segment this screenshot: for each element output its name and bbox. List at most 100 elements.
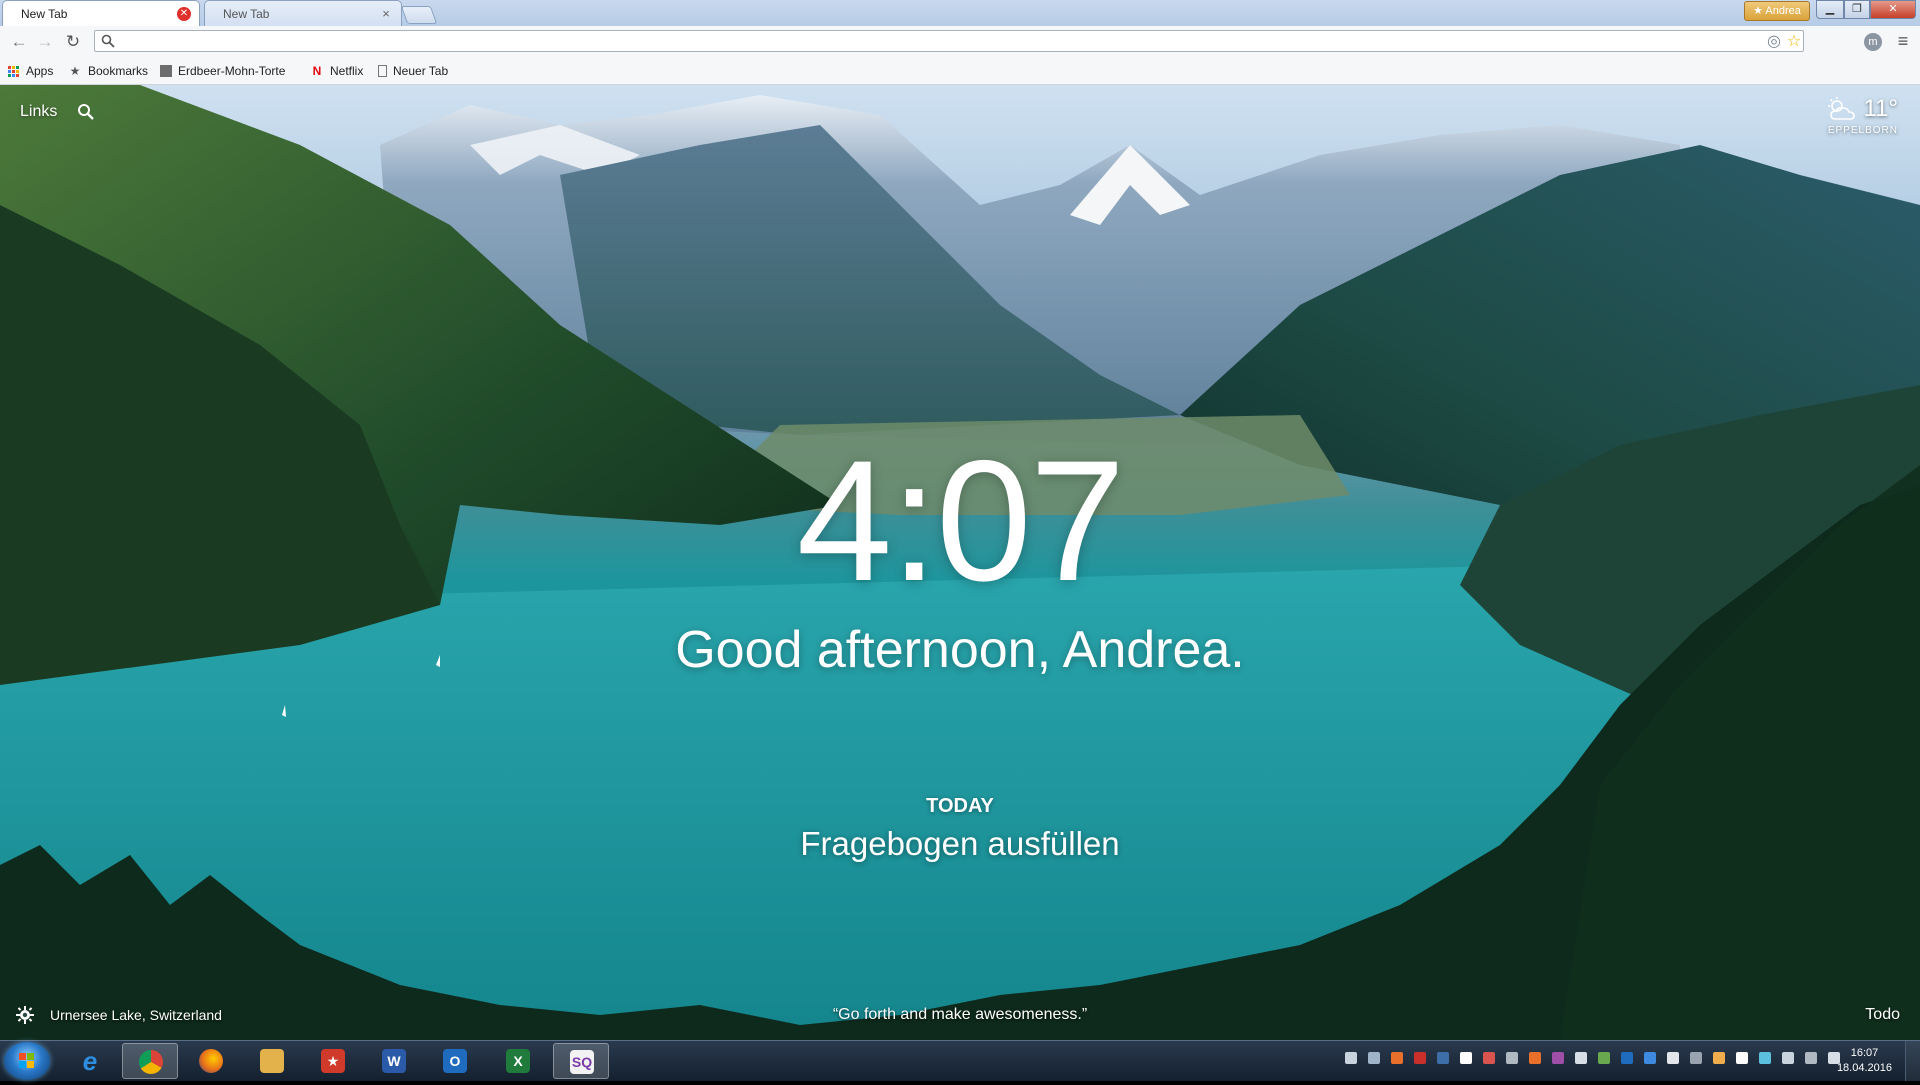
system-time: 16:07 [1850,1047,1879,1059]
windows-taskbar: e ★ W O X SQ 16:07 18.04.2016 [0,1040,1920,1081]
system-clock[interactable]: 16:07 18.04.2016 [1837,1046,1892,1076]
close-tab-icon[interactable]: × [379,7,393,21]
forward-button[interactable]: → [34,32,56,52]
tray-icon[interactable] [1414,1052,1426,1064]
new-tab-button[interactable] [400,6,438,24]
close-window-button[interactable]: ✕ [1870,0,1916,19]
focus-label: TODAY [926,795,994,817]
star-icon: ★ [69,64,81,78]
back-button[interactable]: ← [8,32,30,52]
system-date: 18.04.2016 [1836,1062,1892,1074]
browser-titlebar: New Tab ✕ New Tab × ★ Andrea ▁ ❐ ✕ [0,0,1920,26]
chrome-icon [139,1050,163,1074]
network-icon[interactable] [1805,1052,1817,1064]
start-button[interactable] [4,1042,50,1080]
bookmark-label: Erdbeer-Mohn-Torte [178,64,286,78]
star-icon: ★ [1753,5,1763,17]
outlook-icon: O [443,1049,467,1073]
tab-new-tab-active[interactable]: New Tab ✕ [2,0,200,26]
apps-grid-icon [8,65,19,77]
tab-title: New Tab [21,7,68,21]
bookmark-star-icon[interactable]: ☆ [1785,33,1803,51]
bookmark-label: Apps [26,64,54,78]
windows-logo-icon [19,1053,34,1068]
tray-icon[interactable] [1529,1052,1541,1064]
location-target-icon[interactable]: ◎ [1765,33,1783,51]
taskbar-outlook-button[interactable]: O [427,1043,483,1079]
taskbar-file-explorer-button[interactable] [244,1043,300,1079]
taskbar-chrome-button[interactable] [122,1043,178,1079]
folder-icon [260,1049,284,1073]
weather-widget[interactable]: 11° EPPELBORN [1827,95,1898,136]
top-left-widgets: Links [20,103,95,121]
sq-icon: SQ [570,1050,594,1074]
quote: “Go forth and make awesomeness.” [832,1006,1088,1023]
page-icon [160,65,172,77]
links-button[interactable]: Links [20,103,57,121]
tray-icon[interactable] [1644,1052,1656,1064]
tray-icon[interactable] [1460,1052,1472,1064]
address-input[interactable] [121,32,1725,52]
show-desktop-button[interactable] [1905,1041,1920,1081]
profile-button[interactable]: ★ Andrea [1744,1,1810,21]
tray-icon[interactable] [1690,1052,1702,1064]
profile-name: Andrea [1765,5,1801,17]
excel-icon: X [506,1049,530,1073]
tray-icon[interactable] [1621,1052,1633,1064]
tray-icon[interactable] [1759,1052,1771,1064]
tray-icon[interactable] [1391,1052,1403,1064]
tray-icon[interactable] [1345,1052,1357,1064]
omnibox[interactable]: ◎ ☆ [94,30,1804,52]
taskbar-sq-app-button[interactable]: SQ [553,1043,609,1079]
system-tray [1334,1052,1840,1064]
firefox-icon [199,1049,223,1073]
bookmark-bookmarks[interactable]: ★ Bookmarks [68,62,148,80]
document-icon [378,65,387,77]
bookmark-label: Bookmarks [88,64,149,78]
todo-button[interactable]: Todo [1865,1006,1900,1024]
taskbar-wunderlist-button[interactable]: ★ [305,1043,361,1079]
tray-icon[interactable] [1368,1052,1380,1064]
clock: 4:07 [796,425,1126,617]
tab-title: New Tab [223,7,270,21]
wunderlist-icon: ★ [321,1049,345,1073]
netflix-icon: N [312,64,322,78]
restore-button[interactable]: ❐ [1844,0,1870,19]
bookmarks-bar: Apps ★ Bookmarks Erdbeer-Mohn-Torte N Ne… [0,58,1920,85]
search-icon[interactable] [77,103,95,121]
search-icon [101,34,115,48]
taskbar-excel-button[interactable]: X [490,1043,546,1079]
browser-toolbar: ← → ↻ ◎ ☆ m ≡ [0,26,1920,59]
bookmark-label: Netflix [330,64,364,78]
weather-location: EPPELBORN [1827,125,1898,136]
focus-text[interactable]: Fragebogen ausfüllen [0,825,1920,863]
weather-temperature: 11° [1863,95,1898,122]
minimize-button[interactable]: ▁ [1816,0,1844,19]
close-tab-icon[interactable]: ✕ [177,7,191,21]
bookmark-apps[interactable]: Apps [8,62,53,80]
momentum-extension-icon[interactable]: m [1864,33,1882,51]
flag-icon[interactable] [1782,1052,1794,1064]
tray-icon[interactable] [1483,1052,1495,1064]
tray-icon[interactable] [1598,1052,1610,1064]
momentum-dashboard: Links 11° EPPELBORN 4:07 Good afternoon,… [0,85,1920,1040]
bookmark-netflix[interactable]: N Netflix [310,62,364,80]
partly-cloudy-icon [1828,97,1856,120]
tray-icon[interactable] [1667,1052,1679,1064]
taskbar-word-button[interactable]: W [366,1043,422,1079]
tray-icon[interactable] [1713,1052,1725,1064]
tray-icon[interactable] [1575,1052,1587,1064]
taskbar-firefox-button[interactable] [183,1043,239,1079]
greeting: Good afternoon, Andrea. [675,621,1245,679]
reload-button[interactable]: ↻ [62,32,84,52]
tray-icon[interactable] [1736,1052,1748,1064]
word-icon: W [382,1049,406,1073]
bookmark-erdbeer-mohn-torte[interactable]: Erdbeer-Mohn-Torte [160,62,285,80]
taskbar-internet-explorer-button[interactable]: e [62,1043,118,1079]
tray-icon[interactable] [1506,1052,1518,1064]
tab-new-tab-inactive[interactable]: New Tab × [204,0,402,26]
tray-icon[interactable] [1552,1052,1564,1064]
bookmark-neuer-tab[interactable]: Neuer Tab [378,62,448,80]
tray-icon[interactable] [1437,1052,1449,1064]
menu-icon[interactable]: ≡ [1894,32,1912,50]
